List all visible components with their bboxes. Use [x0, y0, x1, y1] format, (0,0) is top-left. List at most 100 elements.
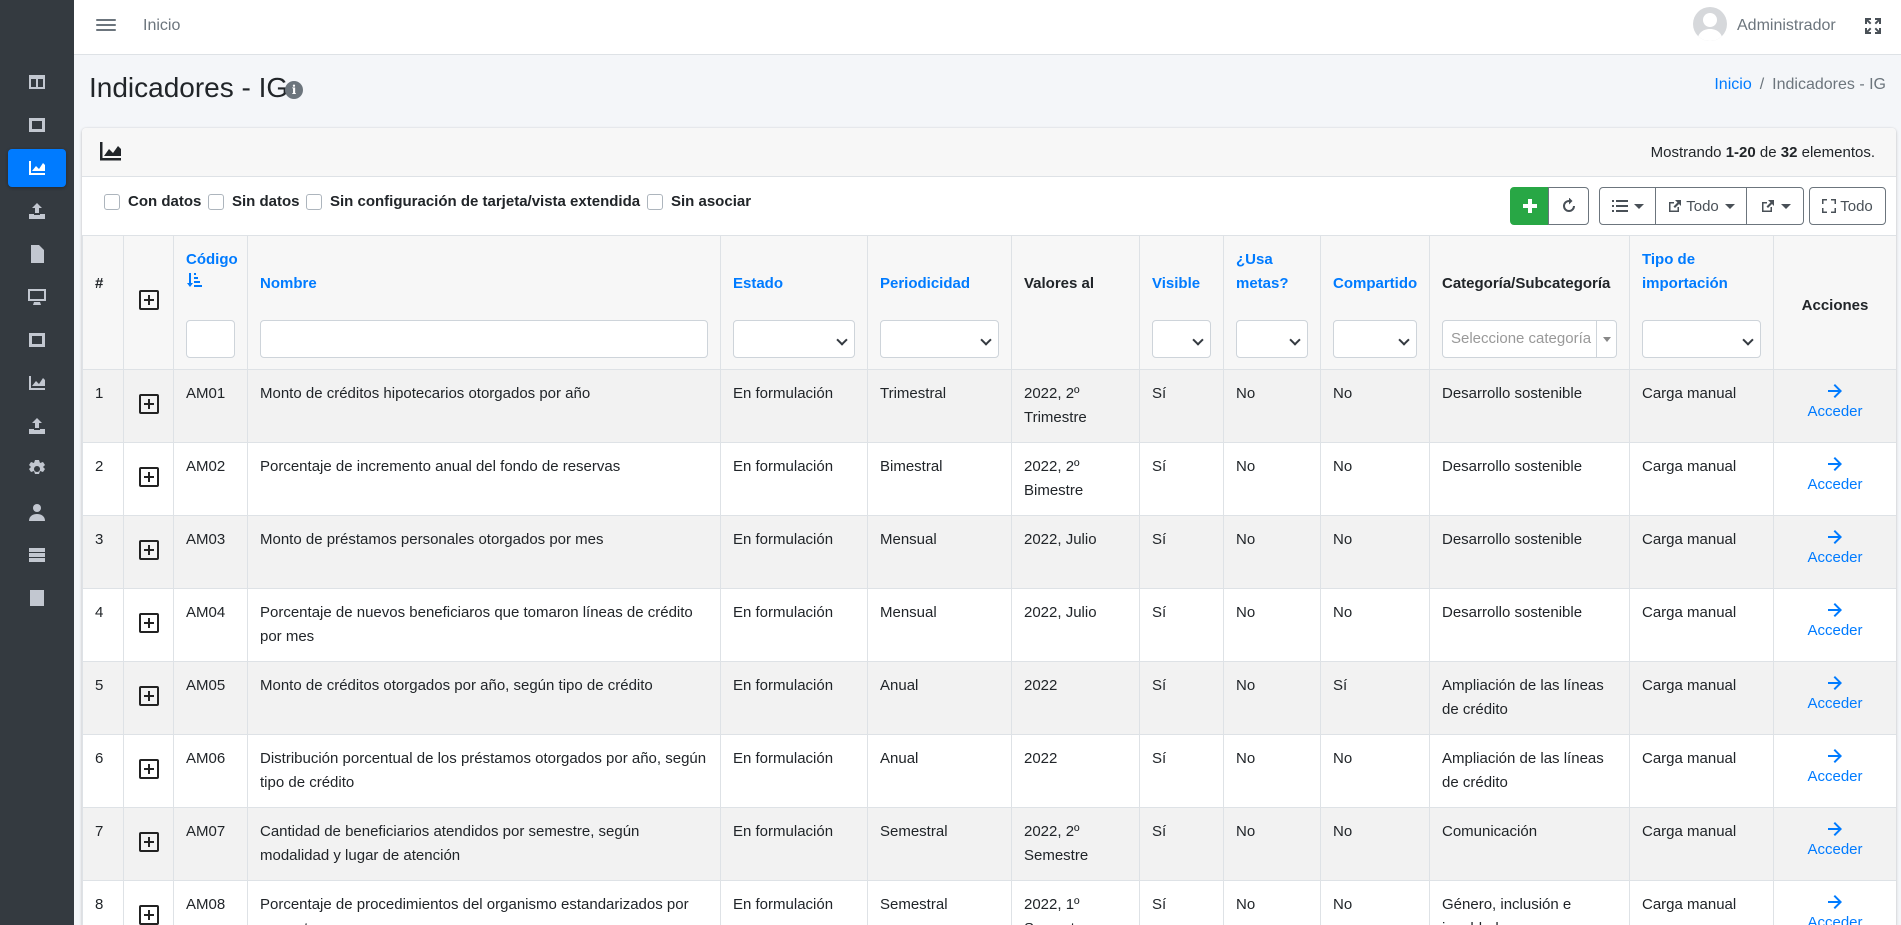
sidebar-item-reports[interactable] [8, 579, 66, 617]
periodicidad-filter-select[interactable] [880, 320, 999, 358]
row-import: Carga manual [1629, 442, 1774, 516]
row-action[interactable]: Acceder [1773, 588, 1896, 662]
table-row: 7 AM07 Cantidad de beneficiarios atendid… [82, 807, 1896, 881]
expand-row-icon[interactable] [138, 759, 159, 779]
add-button[interactable] [1510, 187, 1549, 225]
checkbox[interactable] [306, 193, 322, 210]
export-button[interactable]: Todo [1655, 187, 1747, 225]
sidebar-item-upload[interactable] [8, 192, 66, 230]
user-name[interactable]: Administrador [1737, 17, 1836, 35]
col-nombre[interactable]: Nombre [247, 235, 721, 370]
checkbox[interactable] [104, 193, 120, 210]
col-visible[interactable]: Visible [1139, 235, 1224, 370]
filter-sin-asociar[interactable]: Sin asociar [647, 193, 751, 210]
row-action[interactable]: Acceder [1773, 515, 1896, 589]
categoria-filter-select[interactable]: Seleccione categoría [1442, 320, 1617, 358]
sidebar-item-users[interactable] [8, 493, 66, 531]
row-name: Monto de préstamos personales otorgados … [247, 515, 721, 589]
row-shared: No [1320, 734, 1430, 808]
estado-filter-select[interactable] [733, 320, 855, 358]
usa-metas-filter-select[interactable] [1236, 320, 1308, 358]
access-link[interactable]: Acceder [1807, 476, 1862, 493]
columns-toggle-button[interactable] [1599, 187, 1656, 225]
row-code: AM08 [173, 880, 248, 925]
arrow-right-icon [1828, 895, 1842, 909]
expand-row-icon[interactable] [138, 394, 159, 414]
avatar[interactable] [1693, 7, 1727, 41]
access-link[interactable]: Acceder [1807, 914, 1862, 925]
sidebar-item-charts[interactable] [8, 364, 66, 402]
row-category: Desarrollo sostenible [1429, 588, 1630, 662]
hamburger-menu-icon[interactable] [96, 16, 116, 36]
visible-filter-select[interactable] [1152, 320, 1211, 358]
access-link[interactable]: Acceder [1807, 695, 1862, 712]
row-category: Género, inclusión e igualdad [1429, 880, 1630, 925]
access-link[interactable]: Acceder [1807, 768, 1862, 785]
compartido-filter-select[interactable] [1333, 320, 1417, 358]
col-periodicidad[interactable]: Periodicidad [867, 235, 1012, 370]
access-link[interactable]: Acceder [1807, 549, 1862, 566]
sidebar-item-display[interactable] [8, 278, 66, 316]
expand-row-icon[interactable] [138, 832, 159, 852]
sidebar-item-boards[interactable] [8, 106, 66, 144]
expand-cell [123, 588, 174, 662]
codigo-filter-input[interactable] [186, 320, 235, 358]
sidebar-item-servers[interactable] [8, 536, 66, 574]
expand-row-icon[interactable] [138, 467, 159, 487]
row-action[interactable]: Acceder [1773, 880, 1896, 925]
row-values: 2022 [1011, 734, 1140, 808]
row-status: En formulación [720, 734, 868, 808]
checkbox[interactable] [208, 193, 224, 210]
row-status: En formulación [720, 515, 868, 589]
filter-sin-configuracion[interactable]: Sin configuración de tarjeta/vista exten… [306, 193, 640, 210]
columns-icon [29, 75, 45, 89]
row-code: AM06 [173, 734, 248, 808]
row-visible: Sí [1139, 880, 1224, 925]
sidebar-item-settings[interactable] [8, 450, 66, 488]
sidebar-item-indicators[interactable] [8, 149, 66, 187]
access-link[interactable]: Acceder [1807, 622, 1862, 639]
export-format-button[interactable] [1746, 187, 1804, 225]
row-category: Ampliación de las líneas de crédito [1429, 661, 1630, 735]
refresh-button[interactable] [1548, 187, 1589, 225]
row-action[interactable]: Acceder [1773, 807, 1896, 881]
info-icon[interactable]: i [285, 81, 303, 99]
expand-row-icon[interactable] [138, 905, 159, 925]
expand-row-icon[interactable] [138, 613, 159, 633]
nombre-filter-input[interactable] [260, 320, 708, 358]
show-all-button[interactable]: Todo [1809, 187, 1886, 225]
sidebar-item-boards-2[interactable] [8, 321, 66, 359]
col-codigo[interactable]: Código [173, 235, 248, 370]
page-title: Indicadores - IG [89, 72, 289, 103]
row-action[interactable]: Acceder [1773, 734, 1896, 808]
access-link[interactable]: Acceder [1807, 841, 1862, 858]
breadcrumb-home[interactable]: Inicio [1714, 76, 1751, 93]
sidebar-item-dashboard[interactable] [8, 63, 66, 101]
sidebar-item-upload-2[interactable] [8, 407, 66, 445]
row-action[interactable]: Acceder [1773, 369, 1896, 443]
row-shared: No [1320, 369, 1430, 443]
expand-cell [123, 515, 174, 589]
row-visible: Sí [1139, 369, 1224, 443]
col-compartido[interactable]: Compartido [1320, 235, 1430, 370]
fullscreen-icon[interactable] [1864, 17, 1882, 35]
filter-con-datos[interactable]: Con datos [104, 193, 201, 210]
expand-row-icon[interactable] [138, 686, 159, 706]
refresh-icon [1562, 198, 1575, 212]
col-estado[interactable]: Estado [720, 235, 868, 370]
expand-all-icon[interactable] [138, 290, 159, 310]
col-tipo-importacion[interactable]: Tipo de importación [1629, 235, 1774, 370]
nav-home-link[interactable]: Inicio [143, 17, 180, 35]
row-visible: Sí [1139, 807, 1224, 881]
col-usa-metas[interactable]: ¿Usa metas? [1223, 235, 1321, 370]
expand-row-icon[interactable] [138, 540, 159, 560]
row-action[interactable]: Acceder [1773, 442, 1896, 516]
filter-sin-datos[interactable]: Sin datos [208, 193, 300, 210]
row-action[interactable]: Acceder [1773, 661, 1896, 735]
access-link[interactable]: Acceder [1807, 403, 1862, 420]
sidebar-item-documents[interactable] [8, 235, 66, 273]
tipo-importacion-filter-select[interactable] [1642, 320, 1761, 358]
table-row: 1 AM01 Monto de créditos hipotecarios ot… [82, 369, 1896, 443]
row-values: 2022, 2º Semestre [1011, 807, 1140, 881]
checkbox[interactable] [647, 193, 663, 210]
